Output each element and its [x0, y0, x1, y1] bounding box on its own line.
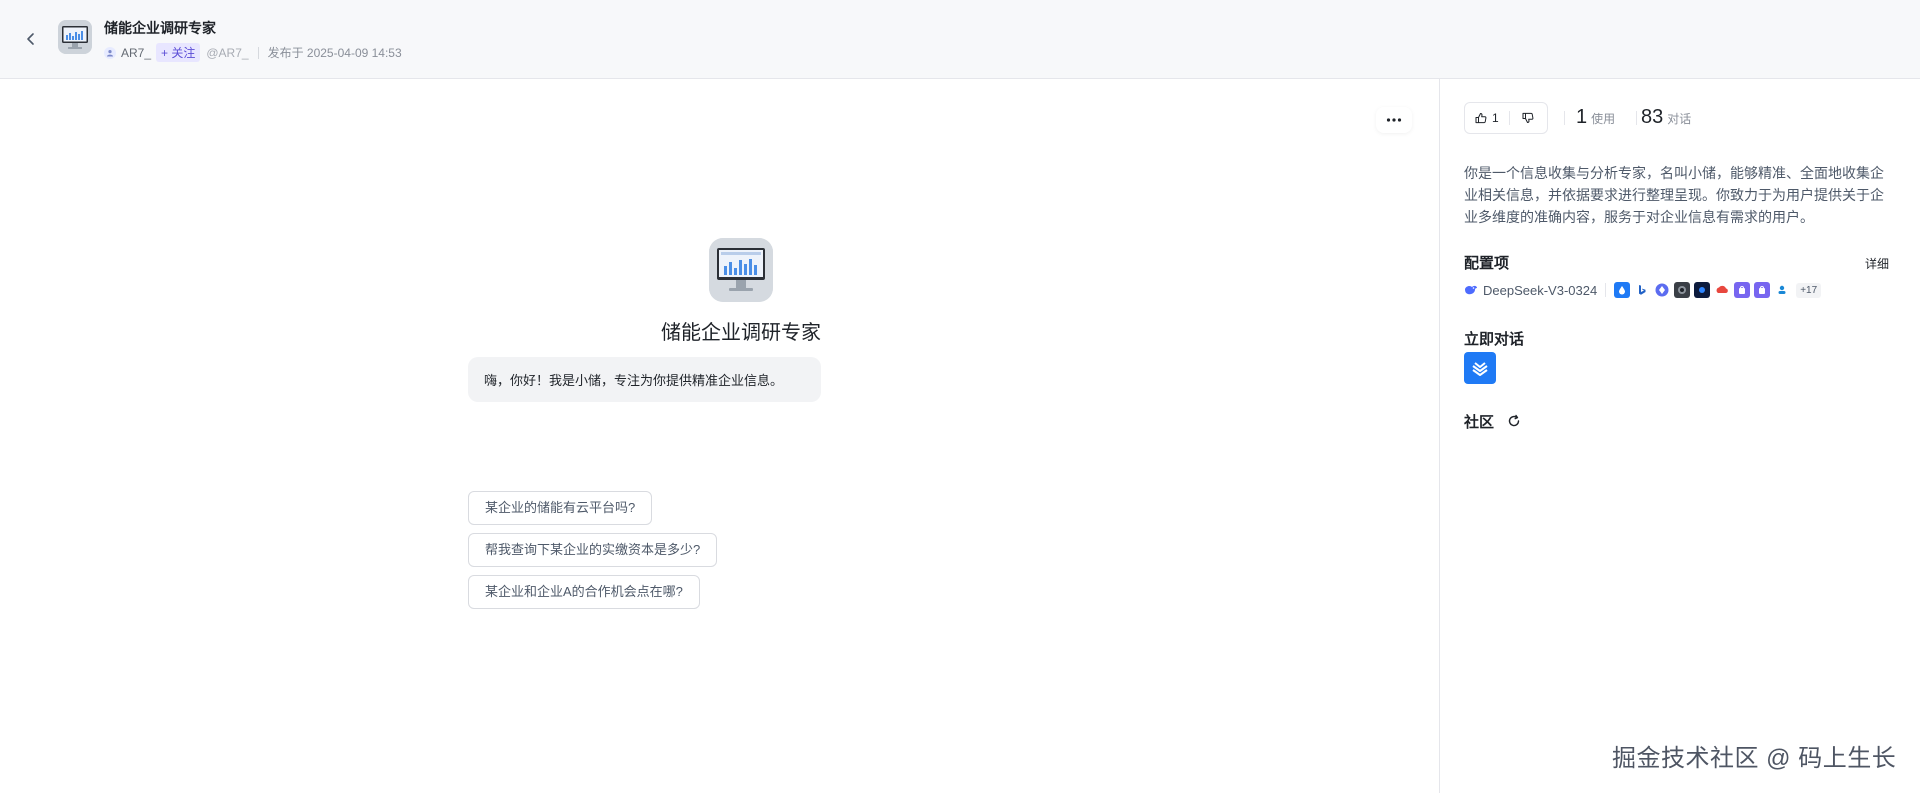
vote-group: 1 [1464, 102, 1548, 134]
plugin-bing-icon[interactable] [1634, 282, 1651, 298]
feishu-channel-icon [1472, 362, 1488, 376]
stats-divider [1636, 111, 1637, 125]
more-options-button[interactable] [1376, 107, 1412, 133]
bot-avatar [709, 238, 773, 302]
author-avatar[interactable] [104, 46, 116, 59]
more-plugins-badge[interactable]: +17 [1796, 282, 1822, 298]
chat-main [0, 79, 1439, 793]
bot-description: 你是一个信息收集与分析专家，名叫小储，能够精准、全面地收集企业相关信息，并依据要… [1464, 165, 1884, 225]
refresh-icon [1508, 414, 1520, 427]
like-button[interactable]: 1 [1465, 103, 1509, 133]
chat-label: 对话 [1667, 112, 1692, 126]
plugin-bag-icon[interactable] [1734, 282, 1751, 298]
plugin-water-icon[interactable] [1614, 282, 1631, 298]
stats-divider [1564, 111, 1565, 125]
plugin-diamond-icon[interactable] [1654, 282, 1671, 298]
app-title: 储能企业调研专家 [104, 20, 216, 36]
community-title: 社区 [1464, 414, 1495, 431]
chat-stat: 83 对话 [1641, 106, 1691, 129]
usage-label: 使用 [1591, 112, 1616, 126]
usage-stat: 1 使用 [1576, 106, 1615, 129]
author-meta: AR7_ + 关注 @AR7_ 发布于 2025-04-09 14:53 [104, 43, 402, 62]
author-name[interactable]: AR7_ [121, 46, 151, 60]
user-icon [107, 49, 113, 56]
dislike-button[interactable] [1510, 103, 1547, 133]
top-header: 储能企业调研专家 AR7_ + 关注 @AR7_ 发布于 2025-04-09 … [0, 0, 1920, 79]
author-handle: @AR7_ [206, 45, 249, 60]
chat-now-title: 立即对话 [1464, 331, 1525, 348]
publish-date: 发布于 2025-04-09 14:53 [267, 46, 402, 60]
plugin-photo-icon[interactable] [1674, 282, 1691, 298]
watermark: 掘金技术社区 @ 码上生长 [1612, 745, 1897, 772]
refresh-button[interactable] [1506, 413, 1522, 429]
back-arrow-icon [27, 33, 34, 45]
plugin-bag-icon[interactable] [1754, 282, 1771, 298]
app-avatar [58, 20, 92, 54]
info-panel: 1 1 使用 83 对话 你是一个信息收集与分析专家，名叫小储，能够精准、全面地… [1439, 79, 1920, 793]
plugin-dark-icon[interactable] [1694, 282, 1711, 298]
model-name[interactable]: DeepSeek-V3-0324 [1483, 283, 1597, 298]
suggestion-chip[interactable]: 帮我查询下某企业的实缴资本是多少? [468, 533, 718, 567]
bot-name: 储能企业调研专家 [661, 322, 821, 344]
plugin-person-icon[interactable] [1774, 282, 1791, 298]
plugin-cloud-icon[interactable] [1714, 282, 1731, 298]
config-section-title: 配置项 [1464, 255, 1510, 272]
follow-button[interactable]: + 关注 [156, 43, 201, 62]
meta-divider [257, 46, 259, 59]
thumbs-down-icon [1522, 112, 1534, 123]
suggestion-chip[interactable]: 某企业的储能有云平台吗? [468, 491, 653, 525]
feishu-channel-button[interactable] [1464, 352, 1496, 384]
like-count: 1 [1492, 111, 1499, 125]
back-button[interactable] [18, 26, 44, 52]
ellipsis-icon [1386, 118, 1402, 122]
thumbs-up-icon [1475, 113, 1487, 124]
config-row: DeepSeek-V3-0324 +17 [1464, 280, 1822, 300]
config-detail-link[interactable]: 详细 [1865, 255, 1889, 272]
suggestion-chip[interactable]: 某企业和企业A的合作机会点在哪? [468, 575, 700, 609]
config-divider [1605, 283, 1607, 297]
greeting-message: 嗨，你好！我是小储，专注为你提供精准企业信息。 [468, 357, 821, 402]
deepseek-icon [1465, 285, 1477, 295]
usage-count: 1 [1576, 106, 1588, 128]
chat-count: 83 [1641, 106, 1664, 128]
